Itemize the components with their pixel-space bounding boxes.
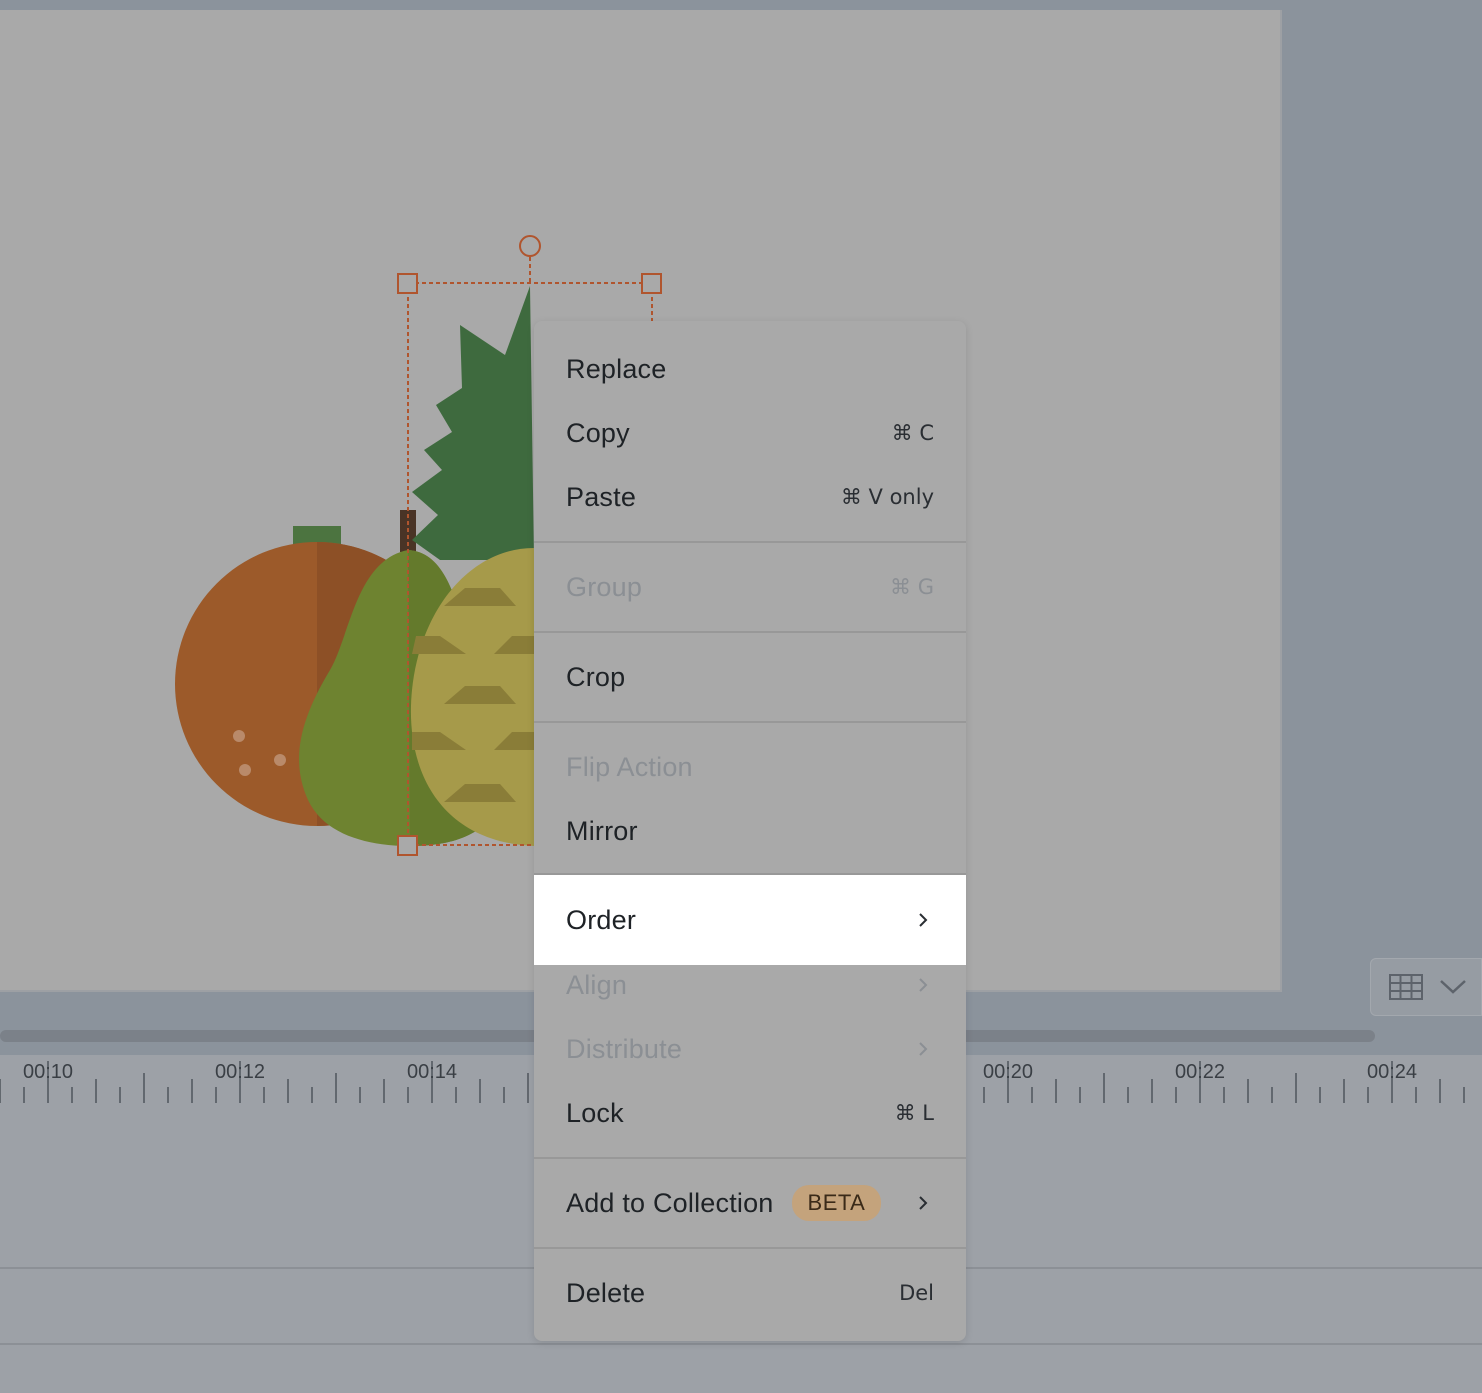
menu-item-order[interactable]: Order	[534, 875, 966, 965]
menu-item-label: Mirror	[566, 815, 638, 846]
menu-item-label: Add to Collection	[566, 1187, 774, 1218]
menu-item-replace[interactable]: Replace	[534, 337, 966, 401]
shortcut-copy: ⌘ C	[891, 421, 934, 445]
menu-item-crop[interactable]: Crop	[534, 645, 966, 709]
pineapple-leaves[interactable]	[412, 286, 534, 560]
chevron-right-icon	[919, 1042, 928, 1056]
menu-item-label: Align	[566, 969, 628, 1000]
menu-divider	[534, 631, 966, 633]
beta-badge: BETA	[791, 1185, 882, 1221]
resize-handle-top-right[interactable]	[641, 273, 662, 294]
menu-item-distribute[interactable]: Distribute	[534, 1017, 966, 1081]
menu-item-label: Replace	[566, 353, 667, 384]
chevron-right-icon	[919, 1196, 928, 1210]
ruler-label-0012: 00:12	[214, 1061, 266, 1083]
menu-item-add-to-collection[interactable]: Add to Collection BETA	[534, 1171, 966, 1235]
resize-handle-bottom-left[interactable]	[397, 835, 418, 856]
menu-item-copy[interactable]: Copy ⌘ C	[534, 401, 966, 465]
ruler-label-0020: 00:20	[982, 1061, 1034, 1083]
menu-item-label: Delete	[566, 1277, 646, 1308]
chevron-right-icon	[919, 978, 928, 992]
context-menu: Replace Copy ⌘ C Paste ⌘ V only Group ⌘ …	[534, 321, 966, 1341]
menu-item-label: Distribute	[566, 1033, 683, 1064]
chevron-right-icon	[919, 913, 928, 927]
menu-item-label: Copy	[566, 417, 630, 448]
menu-item-delete[interactable]: Delete Del	[534, 1261, 966, 1325]
menu-divider	[534, 541, 966, 543]
menu-item-label: Order	[566, 904, 637, 935]
scrollbar-end	[1375, 1030, 1482, 1042]
app-window: 00:10 00:12 00:14 00:20 00:22 00:24 Repl…	[0, 0, 1482, 1393]
menu-item-paste[interactable]: Paste ⌘ V only	[534, 465, 966, 529]
menu-item-label: Group	[566, 571, 643, 602]
menu-item-label: Paste	[566, 481, 637, 512]
ruler-label-0022: 00:22	[1174, 1061, 1226, 1083]
shortcut-paste: ⌘ V only	[840, 485, 934, 509]
shortcut-group: ⌘ G	[890, 575, 934, 599]
menu-item-lock[interactable]: Lock ⌘ L	[534, 1081, 966, 1145]
grid-view-toggle[interactable]	[1370, 958, 1482, 1016]
menu-item-mirror[interactable]: Mirror	[534, 799, 966, 863]
menu-item-group[interactable]: Group ⌘ G	[534, 555, 966, 619]
track-separator	[0, 1343, 1482, 1345]
ruler-label-0024: 00:24	[1366, 1061, 1418, 1083]
shortcut-lock: ⌘ L	[894, 1101, 934, 1125]
ruler-label-0010: 00:10	[22, 1061, 74, 1083]
menu-divider	[534, 1157, 966, 1159]
menu-divider	[534, 1247, 966, 1249]
grid-icon	[1389, 974, 1423, 1000]
menu-item-align[interactable]: Align	[534, 953, 966, 1017]
menu-item-label: Lock	[566, 1097, 624, 1128]
menu-item-label: Flip Action	[566, 751, 693, 782]
ruler-label-0014: 00:14	[406, 1061, 458, 1083]
chevron-down-icon[interactable]	[1439, 979, 1467, 995]
shortcut-delete: Del	[899, 1281, 934, 1305]
menu-divider	[534, 721, 966, 723]
menu-item-flip-action[interactable]: Flip Action	[534, 735, 966, 799]
menu-item-label: Crop	[566, 661, 626, 692]
resize-handle-top-left[interactable]	[397, 273, 418, 294]
rotate-handle[interactable]	[519, 235, 541, 257]
